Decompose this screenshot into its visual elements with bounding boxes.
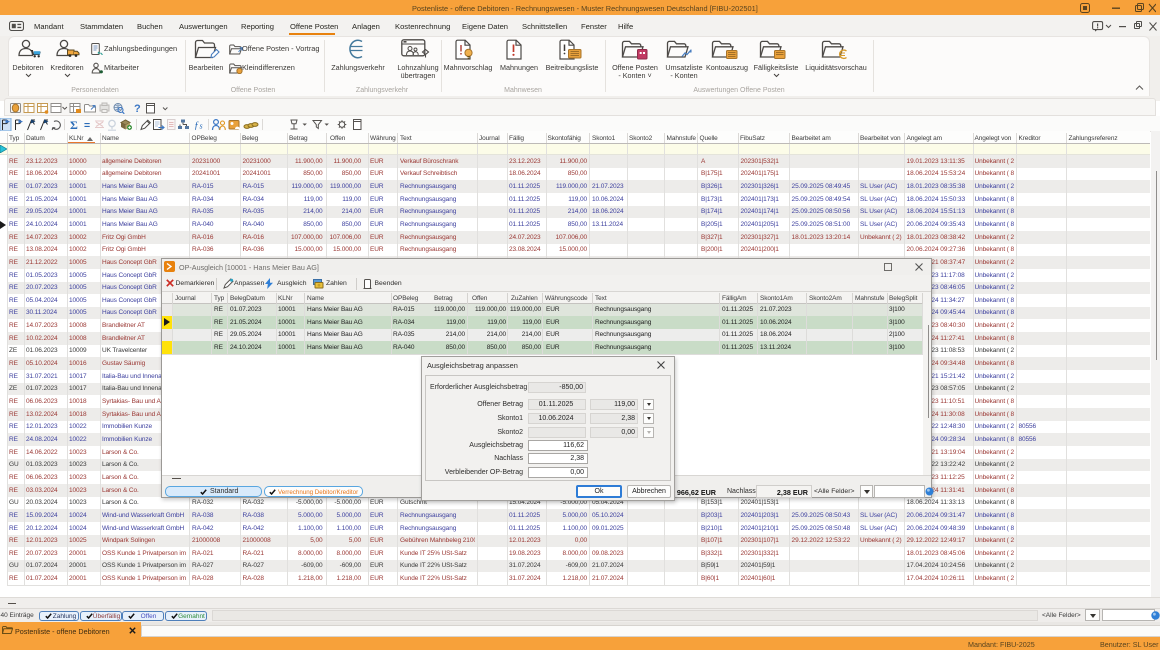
svg-text:s: s	[200, 122, 203, 131]
svg-text:ƒ: ƒ	[194, 121, 199, 132]
svg-text:Σ: Σ	[70, 118, 78, 131]
svg-text:=: =	[84, 120, 90, 132]
svg-text:?: ?	[134, 103, 141, 114]
